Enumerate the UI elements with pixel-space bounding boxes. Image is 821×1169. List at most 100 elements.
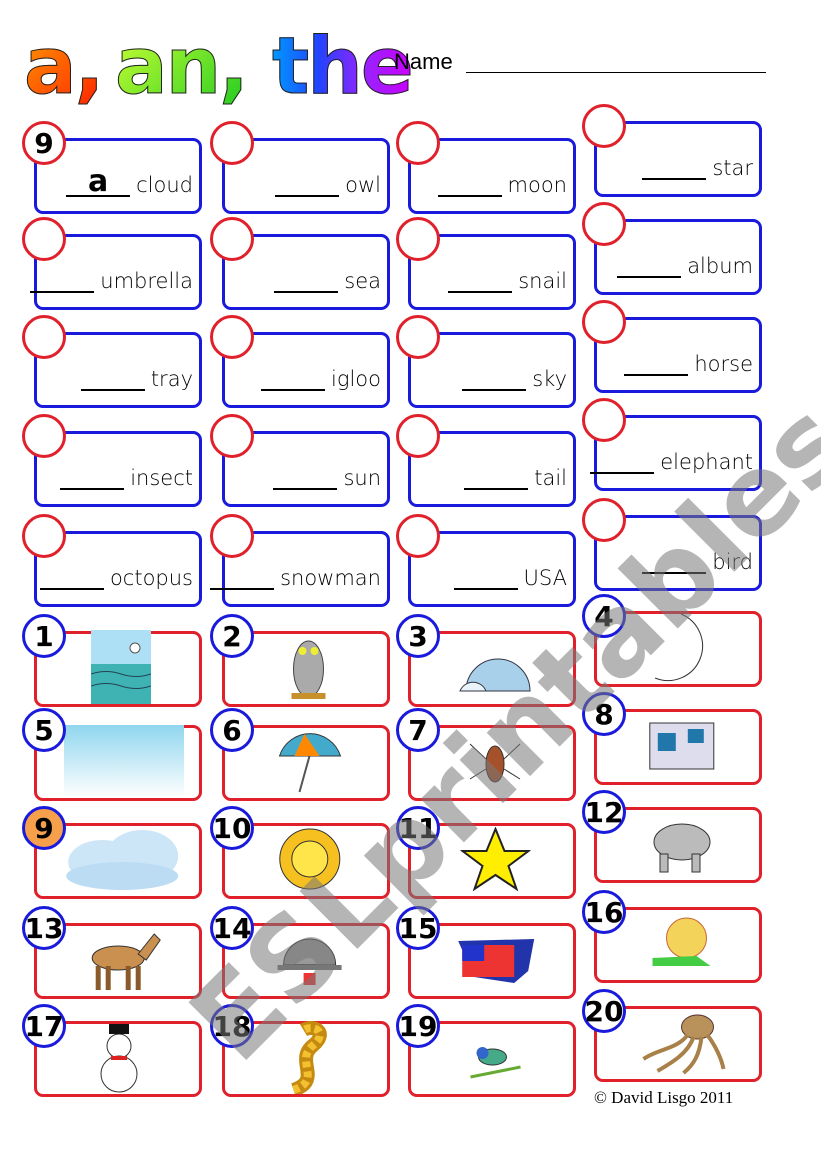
picture-number: 1 xyxy=(22,614,66,658)
picture-number: 5 xyxy=(22,708,66,752)
answer-blank[interactable] xyxy=(617,248,682,278)
answer-blank[interactable] xyxy=(464,460,529,490)
answer-blank[interactable] xyxy=(273,460,338,490)
title-an: an, xyxy=(115,22,250,112)
number-circle[interactable] xyxy=(22,217,66,261)
item-word: igloo xyxy=(331,367,381,391)
sky-picture xyxy=(64,725,184,801)
number-circle[interactable] xyxy=(582,498,626,542)
answer-item: USA xyxy=(453,560,567,590)
picture-number: 3 xyxy=(396,614,440,658)
answer-item: tray xyxy=(80,361,193,391)
answer-blank[interactable] xyxy=(60,460,125,490)
worksheet: a, an, the Name a cloud 9 owl moon star umbrel… xyxy=(0,0,821,1169)
picture-number: 16 xyxy=(582,890,626,934)
answer-item: bird xyxy=(642,544,753,574)
answer-item: sky xyxy=(462,361,567,391)
sea-picture xyxy=(90,630,152,708)
snowman-picture xyxy=(91,1020,151,1098)
answer-blank[interactable] xyxy=(448,263,513,293)
picture-number: 2 xyxy=(210,614,254,658)
number-circle[interactable] xyxy=(22,315,66,359)
star-picture xyxy=(459,826,532,895)
snail-picture xyxy=(647,910,717,980)
number-circle[interactable] xyxy=(396,315,440,359)
answer-blank[interactable] xyxy=(39,560,104,590)
answer-blank[interactable] xyxy=(274,263,339,293)
answer-blank[interactable]: a xyxy=(66,167,131,197)
answer-item: horse xyxy=(624,346,753,376)
picture-number: 14 xyxy=(210,906,254,950)
answer-blank[interactable] xyxy=(624,346,689,376)
sun-picture xyxy=(272,822,348,900)
answer-item: sea xyxy=(274,263,381,293)
item-word: USA xyxy=(523,566,567,590)
picture-number: 18 xyxy=(210,1004,254,1048)
answer-item: moon xyxy=(437,167,567,197)
name-label: Name xyxy=(394,49,453,74)
answer-item: elephant xyxy=(590,444,753,474)
number-circle[interactable] xyxy=(396,514,440,558)
item-word: sky xyxy=(532,367,567,391)
number-circle[interactable] xyxy=(396,414,440,458)
usa-picture xyxy=(454,931,538,991)
picture-number: 10 xyxy=(210,806,254,850)
answer-blank[interactable] xyxy=(590,444,655,474)
answer-blank[interactable] xyxy=(437,167,502,197)
answer-item: octopus xyxy=(39,560,193,590)
number-circle[interactable] xyxy=(210,217,254,261)
picture-number: 7 xyxy=(396,708,440,752)
answer-item: sun xyxy=(273,460,381,490)
copyright: © David Lisgo 2011 xyxy=(594,1088,734,1107)
picture-number: 19 xyxy=(396,1004,440,1048)
answer-blank[interactable] xyxy=(80,361,145,391)
answer-item: a cloud xyxy=(66,167,193,197)
answer-blank[interactable] xyxy=(275,167,340,197)
octopus-picture xyxy=(638,1009,728,1079)
answer-blank[interactable] xyxy=(642,150,707,180)
item-word: bird xyxy=(712,550,753,574)
answer-blank[interactable] xyxy=(462,361,527,391)
number-circle[interactable] xyxy=(582,300,626,344)
number-circle[interactable] xyxy=(582,202,626,246)
title-the: the xyxy=(272,22,415,112)
item-word: album xyxy=(687,254,753,278)
name-input-line[interactable] xyxy=(466,72,766,73)
number-circle[interactable] xyxy=(22,514,66,558)
number-circle[interactable] xyxy=(396,217,440,261)
answer-item: snowman xyxy=(210,560,381,590)
answer-item: tail xyxy=(464,460,567,490)
item-word: elephant xyxy=(660,450,753,474)
number-circle[interactable] xyxy=(210,514,254,558)
insect-picture xyxy=(465,724,525,802)
item-word: star xyxy=(712,156,753,180)
item-word: snail xyxy=(518,269,567,293)
number-circle[interactable] xyxy=(210,121,254,165)
owl-picture xyxy=(284,629,334,709)
number-circle[interactable] xyxy=(22,414,66,458)
answer-item: insect xyxy=(60,460,193,490)
number-circle[interactable] xyxy=(396,121,440,165)
answer-blank[interactable] xyxy=(30,263,95,293)
picture-number: 9 xyxy=(22,806,66,850)
answer-blank[interactable] xyxy=(453,560,518,590)
picture-number: 17 xyxy=(22,1004,66,1048)
item-word: tail xyxy=(534,466,567,490)
item-word: snowman xyxy=(280,566,381,590)
number-circle[interactable] xyxy=(582,104,626,148)
picture-number: 4 xyxy=(582,594,626,638)
number-circle[interactable] xyxy=(210,315,254,359)
answer-blank[interactable] xyxy=(261,361,326,391)
number-circle[interactable] xyxy=(210,414,254,458)
number-circle[interactable]: 9 xyxy=(22,121,66,165)
answer-blank[interactable] xyxy=(210,560,275,590)
number-circle[interactable] xyxy=(582,398,626,442)
answer-blank[interactable] xyxy=(642,544,707,574)
answer-item: snail xyxy=(448,263,567,293)
item-word: horse xyxy=(694,352,753,376)
item-word: umbrella xyxy=(100,269,193,293)
answer-item: album xyxy=(617,248,753,278)
answer-item: igloo xyxy=(261,361,381,391)
item-word: tray xyxy=(150,367,193,391)
picture-number: 12 xyxy=(582,790,626,834)
